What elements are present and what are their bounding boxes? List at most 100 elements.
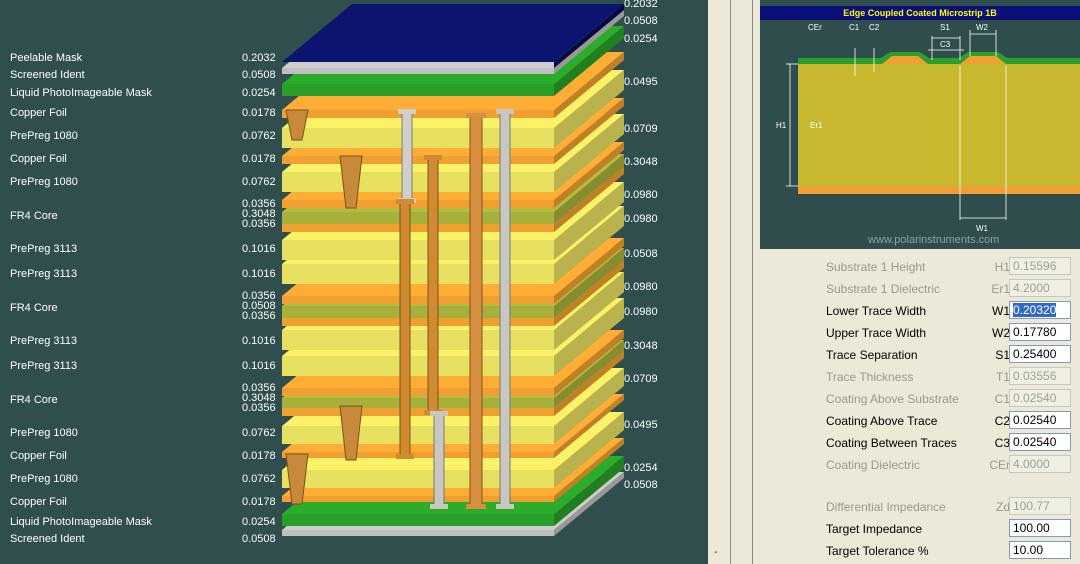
layer-name[interactable]: Screened Ident — [10, 69, 85, 82]
via-through-1-pad-top — [466, 113, 486, 118]
layer-name[interactable]: Copper Foil — [10, 107, 67, 120]
layer-name[interactable]: Screened Ident — [10, 533, 85, 546]
layer-name[interactable]: Liquid PhotoImageable Mask — [10, 516, 152, 529]
param-input[interactable]: 4.0000 — [1009, 455, 1071, 473]
layer-thickness: 0.0508 — [242, 533, 276, 545]
layer-thickness: 0.0762 — [242, 427, 276, 439]
layer-thickness: 0.0762 — [242, 473, 276, 485]
param-symbol: C1 — [994, 392, 1010, 406]
param-symbol: T1 — [995, 370, 1010, 384]
core1-front — [282, 212, 554, 224]
param-row: Coating Dielectric CEr 4.0000 — [826, 455, 1080, 475]
via-through-2 — [499, 111, 511, 507]
height-value: 0.3048 — [624, 156, 658, 168]
layer-thickness: 0.0762 — [242, 176, 276, 188]
param-label: Substrate 1 Dielectric — [826, 282, 941, 296]
layer-name[interactable]: PrePreg 3113 — [10, 268, 77, 281]
param-symbol: CEr — [989, 458, 1010, 472]
layer-thickness: 0.1016 — [242, 360, 276, 372]
height-value: 0.0709 — [624, 123, 658, 135]
coating-layer — [798, 58, 1080, 64]
height-value: 0.0709 — [624, 373, 658, 385]
height-value: 0.0495 — [624, 419, 658, 431]
param-input[interactable]: 0.25400 — [1009, 345, 1071, 363]
core3-copper-t-front — [282, 388, 554, 396]
prepreg-l11-front — [282, 330, 554, 350]
height-value: 0.0980 — [624, 306, 658, 318]
layer-name[interactable]: PrePreg 3113 — [10, 335, 77, 348]
param-input[interactable]: 10.00 — [1009, 541, 1071, 559]
via-buried-2 — [399, 201, 411, 457]
param-value: 0.25400 — [1013, 347, 1057, 361]
via-buried-1 — [427, 157, 439, 413]
ident-top-front — [282, 68, 554, 74]
substrate — [798, 64, 1080, 186]
copper-l5-front — [282, 156, 554, 164]
param-input[interactable]: 0.02540 — [1009, 389, 1071, 407]
param-label: Target Impedance — [826, 522, 923, 536]
layer-name[interactable]: Copper Foil — [10, 496, 67, 509]
layer-name[interactable]: Copper Foil — [10, 450, 67, 463]
param-input[interactable]: 100.77 — [1009, 497, 1071, 515]
param-input[interactable]: 0.03556 — [1009, 367, 1071, 385]
layer-name[interactable]: PrePreg 1080 — [10, 130, 78, 143]
prepreg-l9-front — [282, 264, 554, 284]
param-symbol: C3 — [994, 436, 1010, 450]
param-input[interactable]: 4.2000 — [1009, 279, 1071, 297]
height-value: 0.0980 — [624, 213, 658, 225]
prepreg-l14-front — [282, 426, 554, 444]
layer-name[interactable]: PrePreg 1080 — [10, 473, 78, 486]
watermark: www.polarinstruments.com — [868, 234, 1000, 246]
mask-bottom-front — [282, 514, 554, 526]
param-row: Trace Thickness T1 0.03556 — [826, 367, 1080, 387]
layer-name[interactable]: PrePreg 3113 — [10, 360, 77, 373]
param-input[interactable]: 100.00 — [1009, 519, 1071, 537]
layer-name[interactable]: PrePreg 3113 — [10, 243, 77, 256]
splitter-line — [752, 0, 753, 564]
panel-splitter[interactable]: - — [708, 0, 760, 564]
core2-copper-b-front — [282, 318, 554, 326]
param-row: Coating Above Substrate C1 0.02540 — [826, 389, 1080, 409]
param-label: Differential Impedance — [826, 500, 946, 514]
layer-name[interactable]: FR4 Core — [10, 394, 58, 407]
core2-front — [282, 306, 554, 318]
layer-name[interactable]: FR4 Core — [10, 302, 58, 315]
param-input[interactable]: 0.20320 — [1009, 301, 1071, 319]
layer-name[interactable]: Liquid PhotoImageable Mask — [10, 87, 152, 100]
height-value: 0.0254 — [624, 33, 658, 45]
splitter-mark: - — [714, 546, 718, 558]
layer-name[interactable]: PrePreg 1080 — [10, 427, 78, 440]
layer-thickness: 0.0254 — [242, 87, 276, 99]
param-label: Upper Trace Width — [826, 326, 927, 340]
param-value: 0.15596 — [1013, 259, 1057, 273]
via-buried-2-pad-bottom — [396, 454, 414, 459]
layer-name[interactable]: Copper Foil — [10, 153, 67, 166]
param-value: 0.17780 — [1013, 325, 1057, 339]
param-input[interactable]: 0.17780 — [1009, 323, 1071, 341]
label-er1: Er1 — [810, 121, 823, 130]
core1-copper-b-front — [282, 224, 554, 232]
layer-name[interactable]: PrePreg 1080 — [10, 176, 78, 189]
layer-name[interactable]: Peelable Mask — [10, 52, 82, 65]
layer-thickness: 0.0356 — [242, 402, 276, 414]
height-value: 0.0495 — [624, 76, 658, 88]
label-cer: CEr — [808, 23, 822, 32]
param-input[interactable]: 0.15596 — [1009, 257, 1071, 275]
layer-name[interactable]: FR4 Core — [10, 210, 58, 223]
param-symbol: S1 — [995, 348, 1010, 362]
param-row: Lower Trace Width W1 0.20320 — [826, 301, 1080, 321]
via-through-2-pad-bottom — [496, 504, 514, 509]
splitter-line — [730, 0, 731, 564]
param-symbol: H1 — [994, 260, 1010, 274]
label-c2: C2 — [869, 23, 880, 32]
param-input[interactable]: 0.02540 — [1009, 411, 1071, 429]
layer-thickness: 0.0178 — [242, 153, 276, 165]
via-microvia-2 — [433, 413, 445, 507]
label-w2: W2 — [976, 23, 988, 32]
copper-bottom-front — [282, 496, 554, 502]
stackup-3d-view — [282, 4, 624, 536]
structure-diagram: Edge Coupled Coated Microstrip 1B CEr C1… — [760, 0, 1080, 249]
param-input[interactable]: 0.02540 — [1009, 433, 1071, 451]
layer-thickness: 0.1016 — [242, 335, 276, 347]
param-label: Substrate 1 Height — [826, 260, 926, 274]
